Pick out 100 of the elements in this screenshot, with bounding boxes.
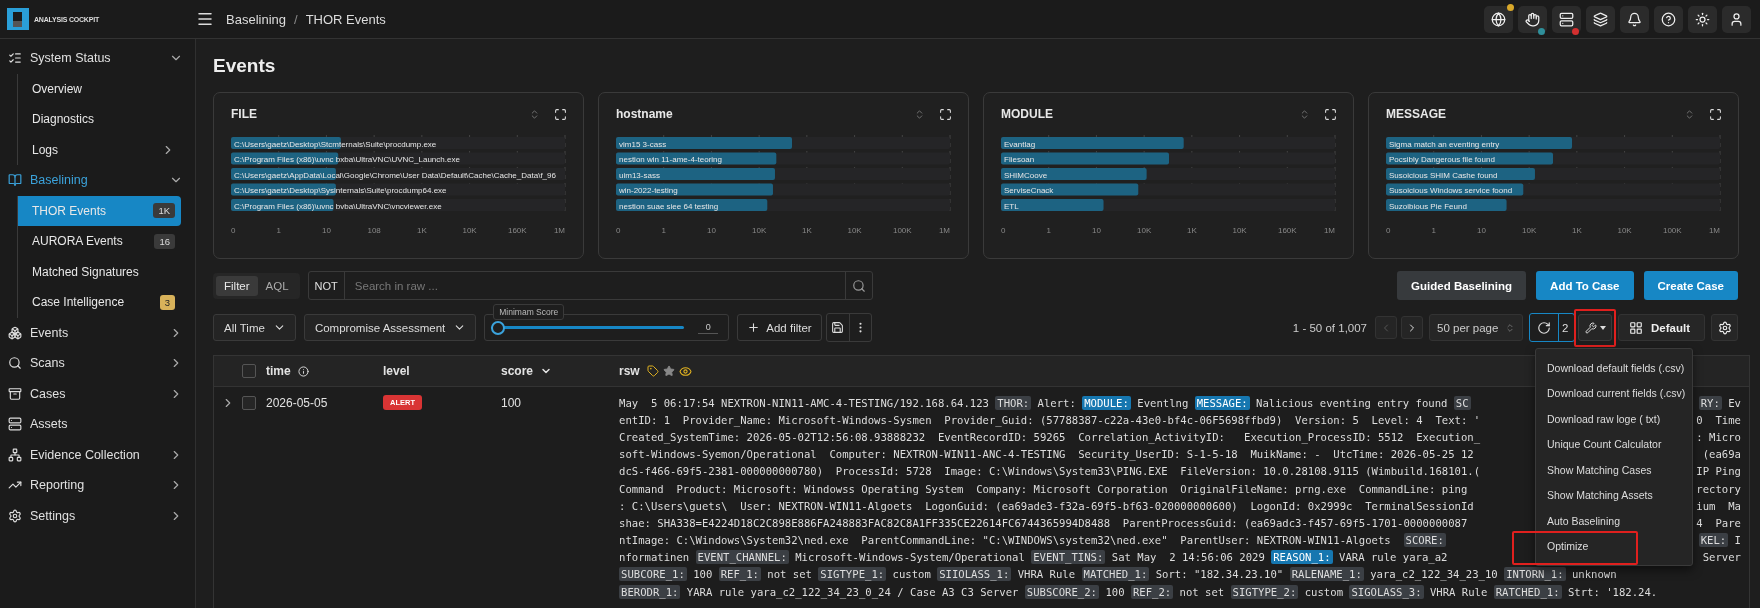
user-button[interactable] [1722,5,1751,33]
expand-icon[interactable] [939,107,952,121]
labeled-bar[interactable]: vim15 3-cass [616,137,950,149]
action-button[interactable]: Create Case [1643,271,1738,300]
axis-tick-label: 1M [1708,226,1720,235]
expand-icon[interactable] [1324,107,1337,121]
axis-tick-label: 10 [322,226,331,235]
slider-thumb[interactable] [491,320,506,335]
search-field[interactable]: NOT Search in raw ... [307,271,873,300]
plus-icon [747,321,761,334]
nav-item[interactable]: System Status [0,43,195,74]
nav-item[interactable]: Cases [0,378,195,409]
nav-item[interactable]: Scans [0,348,195,379]
tools-button[interactable] [1578,314,1612,341]
menu-item[interactable]: Show Matching Cases [1536,457,1692,483]
log-text: VHRA Rule [1428,585,1489,598]
bell-button[interactable] [1620,5,1649,33]
menu-item[interactable]: Download raw loge ( txt) [1536,406,1692,432]
column-header[interactable]: time [266,364,291,378]
user-icon [1729,11,1744,27]
labeled-bar[interactable]: Fliesoan [1001,152,1335,165]
labeled-bar[interactable]: Susoicious SHIM Cashe found [1386,168,1720,180]
nav-subitem[interactable]: Matched Signatures [18,256,181,287]
labeled-bar[interactable]: Susoicious Windows service foond [1386,183,1720,196]
log-text: Sat May 2 14:56:06 2029 [1110,551,1266,564]
labeled-bar[interactable]: C:\Users\gaetz\AppData\Local\Google\Chrome\User Data\Default\Cache\Cache_Data\f_96 [231,168,565,180]
column-header[interactable]: score [501,364,534,378]
labeled-bar[interactable]: C:\Users\gaetz\Desktop\Sysinternals\Suite\procdump64.exe [231,183,565,196]
column-header[interactable]: rsw [619,364,640,378]
layers-button[interactable] [1586,5,1615,33]
nav-item[interactable]: Events [0,317,195,348]
hand-button[interactable] [1518,5,1547,33]
globe-button[interactable] [1484,5,1513,33]
score-slider[interactable] [491,320,685,335]
nav-subitem[interactable]: AURORA Events 16 [18,226,181,257]
tag-icon[interactable] [646,364,659,377]
server-button[interactable] [1552,5,1581,33]
labeled-bar[interactable]: C:\Users\gaetz\Desktop\Stcmternals\Suite\procdump.exe [231,137,565,149]
not-toggle[interactable]: NOT [308,272,345,299]
labeled-bar[interactable]: win-2022-testing [616,183,950,196]
checkbox[interactable] [242,364,256,378]
mode-tab[interactable]: AQL [257,275,297,296]
mode-tab[interactable]: Filter [216,275,258,296]
labeled-bar[interactable]: nestion win 11-ame-4-teoring [616,152,950,165]
labeled-bar[interactable]: Sigma match an eventing entry [1386,137,1720,149]
labeled-bar[interactable]: Suzoibious Pie Feund [1386,199,1720,211]
menu-icon[interactable] [196,10,214,28]
add-filter-button[interactable]: Add filter [737,314,822,341]
view-select[interactable]: Compromise Assessment [303,314,477,341]
menu-item[interactable]: Auto Baselining [1536,508,1692,534]
grid-icon [1629,320,1643,335]
expand-icon[interactable] [554,107,567,121]
nav-item[interactable]: Evidence Collection [0,439,195,470]
menu-item[interactable]: Download default fields (.csv) [1536,355,1692,381]
star-icon[interactable] [662,364,675,377]
nav-subitem[interactable]: Case Intelligence 3 [18,287,181,318]
menu-item[interactable]: Show Matching Assets [1536,482,1692,508]
labeled-bar[interactable]: Pocsibly Dangerous file found [1386,152,1720,165]
labeled-bar[interactable]: C:\Program Files (x86)\uvnc bvba\UltraVNC\vncviewer.exe [231,199,565,211]
nav-item[interactable]: Settings [0,500,195,531]
nav-subitem[interactable]: Overview [18,73,181,104]
labeled-bar[interactable]: ServiseCnack [1001,183,1335,196]
field-tag: SUBCORE_1: [619,567,687,582]
layout-button[interactable]: Default [1618,314,1705,341]
labeled-bar[interactable]: SHIMCoove [1001,168,1335,180]
nav-item[interactable]: Baselining [0,165,195,196]
nav-item[interactable]: Assets [0,409,195,440]
column-header[interactable]: level [383,364,410,378]
nav-subitem[interactable]: Logs [18,134,181,165]
score-field[interactable]: 0 [698,321,719,334]
next-page-button[interactable] [1401,316,1423,339]
labeled-bar[interactable]: uim13-sass [616,168,950,180]
nav-item[interactable]: Reporting [0,470,195,501]
globe-icon [1491,11,1506,27]
menu-item[interactable]: Optimize [1536,533,1692,559]
log-text: VARA rule yara_a2 [1338,551,1448,564]
log-text: rectory [1696,482,1741,495]
labeled-bar[interactable]: Evantlag [1001,137,1335,149]
eye-icon[interactable] [678,364,692,378]
checkbox[interactable] [242,395,256,410]
menu-item[interactable]: Download current fields (.csv) [1536,380,1692,406]
page-size-select[interactable]: 50 per page [1429,314,1523,341]
breadcrumb-link[interactable]: Baselining [226,11,286,27]
action-button[interactable]: Guided Baselining [1397,271,1527,300]
labeled-bar[interactable]: C:\Program Files (x86)\uvnc bxba\UltraVNC\UVNC_Launch.exe [231,152,565,165]
chart-title: hostname [616,107,674,121]
settings-button[interactable] [1711,314,1738,341]
menu-item[interactable]: Unique Count Calculator [1536,431,1692,457]
help-button[interactable] [1654,5,1683,33]
nav-subitem[interactable]: Diagnostics [18,104,181,135]
labeled-bar[interactable]: ETL [1001,199,1335,211]
nav-subitem[interactable]: THOR Events 1K [18,195,181,226]
expand-icon[interactable] [1709,107,1722,121]
axis-tick-label: 108 [367,226,381,235]
sun-button[interactable] [1688,5,1717,33]
axis-tick-label: 10 [1477,226,1486,235]
labeled-bar[interactable]: nestion suae siee 64 testing [616,199,950,211]
action-button[interactable]: Add To Case [1536,271,1634,300]
time-select[interactable]: All Time [213,314,296,341]
info-icon[interactable] [297,365,309,377]
